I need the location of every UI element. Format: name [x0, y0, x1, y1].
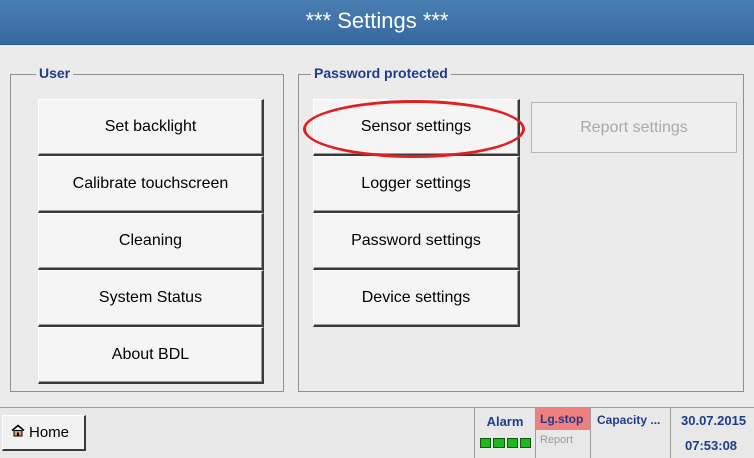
status-bar: Home Alarm Lg.stop Report Capacity ... 3…: [0, 407, 754, 458]
report-settings-button[interactable]: Report settings: [531, 102, 737, 153]
logger-status-badge: Lg.stop: [536, 408, 590, 430]
page-title: *** Settings ***: [305, 8, 449, 33]
home-button[interactable]: Home: [2, 415, 86, 451]
password-group-legend: Password protected: [311, 65, 451, 81]
report-label: Report: [540, 434, 574, 446]
alarm-label: Alarm: [486, 414, 524, 429]
home-label: Home: [29, 424, 70, 441]
alarm-indicator: Alarm: [474, 408, 535, 458]
datetime-cell: 30.07.2015 07:53:08: [670, 408, 754, 458]
time-display: 07:53:08: [685, 438, 738, 453]
alarm-status-lights: [480, 438, 531, 448]
home-icon: [11, 424, 25, 441]
cleaning-button[interactable]: Cleaning: [38, 213, 264, 270]
logger-settings-button[interactable]: Logger settings: [313, 156, 520, 213]
device-settings-button[interactable]: Device settings: [313, 270, 520, 327]
user-group-legend: User: [36, 65, 74, 81]
set-backlight-button[interactable]: Set backlight: [38, 99, 264, 156]
capacity-label: Capacity ...: [597, 413, 661, 427]
password-settings-button[interactable]: Password settings: [313, 213, 520, 270]
system-status-button[interactable]: System Status: [38, 270, 264, 327]
header-bar: *** Settings ***: [0, 0, 754, 45]
logger-status-cell: Lg.stop Report: [535, 408, 590, 458]
capacity-cell: Capacity ...: [590, 408, 670, 458]
calibrate-touchscreen-button[interactable]: Calibrate touchscreen: [38, 156, 264, 213]
about-bdl-button[interactable]: About BDL: [38, 327, 264, 384]
sensor-settings-button[interactable]: Sensor settings: [313, 99, 520, 156]
date-display: 30.07.2015: [681, 413, 747, 428]
